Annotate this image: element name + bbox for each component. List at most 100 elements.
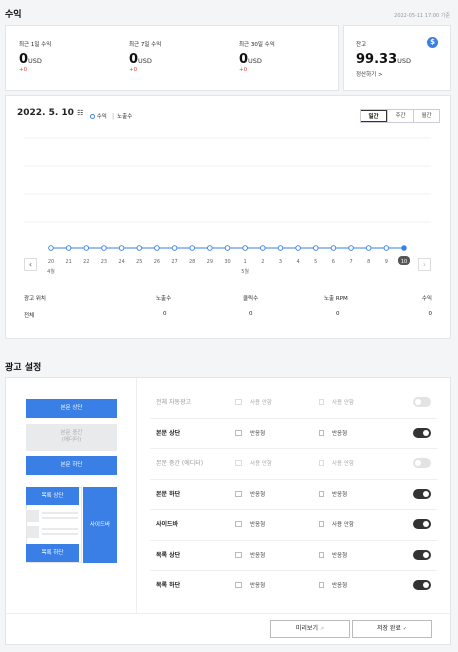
list-thumb [27, 526, 39, 538]
data-point[interactable] [171, 245, 178, 251]
ad-toggle[interactable] [413, 580, 431, 590]
cell-rpm: 0 [336, 311, 340, 317]
mobile-option[interactable]: 반응형 [332, 429, 347, 437]
data-point[interactable] [224, 245, 231, 251]
x-tick-label: 21 [65, 259, 71, 265]
mobile-option[interactable]: 반응형 [332, 490, 347, 498]
data-point[interactable] [136, 245, 142, 251]
ad-toggle[interactable] [413, 427, 431, 438]
mobile-option[interactable]: 사용 안함 [332, 459, 354, 467]
summary-30d: 최근 30일 수익 0USD +0 [239, 40, 275, 73]
data-point[interactable] [118, 245, 125, 251]
data-point[interactable] [383, 245, 390, 251]
summary-7d: 최근 7일 수익 0USD +0 [129, 40, 161, 73]
x-tick-label: 5 [314, 259, 317, 265]
data-point[interactable] [207, 245, 213, 251]
row-divider [150, 448, 437, 449]
mobile-option[interactable]: 사용 안함 [332, 520, 354, 528]
row-label: 본문 중간 (에디터) [156, 460, 204, 467]
preview-body-top: 본문 상단 [26, 399, 117, 418]
ad-toggle[interactable] [413, 397, 431, 407]
revenue-summary-card: 최근 1일 수익 0USD +0 최근 7일 수익 0USD +0 최근 30일… [5, 25, 339, 91]
chart-next-button[interactable]: › [418, 258, 431, 271]
mobile-option[interactable]: 사용 안함 [332, 398, 354, 406]
ad-toggle[interactable] [413, 549, 431, 560]
table-row: 전체 0 0 0 0 [6, 311, 452, 323]
external-link-icon: ↗ [319, 626, 325, 632]
save-button-label: 저장 완료 [376, 625, 401, 632]
preview-button-label: 미리보기 [295, 625, 318, 632]
mobile-option[interactable]: 반응형 [332, 581, 347, 589]
row-label: 목록 상단 [156, 551, 181, 559]
pc-device-icon [235, 460, 242, 466]
cell-revenue: 0 [428, 311, 433, 317]
pc-option[interactable]: 사용 안함 [250, 398, 272, 406]
x-tick-label: 10 [401, 259, 407, 265]
data-point[interactable] [83, 245, 90, 251]
pc-device-icon [235, 399, 242, 405]
row-divider [150, 539, 437, 541]
summary-value: 0 [129, 52, 139, 67]
ad-toggle[interactable] [413, 488, 431, 499]
balance-label: 잔고 [356, 42, 367, 48]
save-button[interactable]: 저장 완료 ✓ [352, 620, 432, 638]
settings-title: 광고 설정 [5, 363, 42, 373]
chart-prev-button[interactable]: ‹ [24, 258, 37, 271]
settle-link[interactable]: 정산하기 > [356, 70, 383, 78]
ad-layout-preview: 본문 상단 본문 중간 (에디터) 본문 하단 목록 상단 목록 하단 사이드바 [6, 378, 137, 613]
dollar-icon: $ [427, 37, 438, 48]
data-point[interactable] [313, 245, 319, 251]
data-point[interactable] [65, 245, 72, 251]
data-point[interactable] [48, 245, 54, 251]
summary-label: 최근 1일 수익 [19, 42, 52, 48]
data-point[interactable] [365, 245, 372, 251]
preview-body-middle: 본문 중간 (에디터) [26, 424, 117, 451]
summary-value: 0 [239, 52, 249, 67]
data-point[interactable] [330, 245, 337, 251]
data-point[interactable] [101, 245, 107, 251]
pc-device-icon [235, 551, 242, 558]
data-point[interactable] [277, 245, 284, 251]
x-tick-label: 2 [261, 259, 264, 265]
mobile-device-icon [319, 551, 324, 558]
pc-device-icon [235, 521, 242, 527]
x-tick-label: 30 [224, 259, 230, 265]
pc-device-icon [235, 582, 242, 588]
col-impressions: 노출수 [156, 296, 172, 302]
ad-toggle[interactable] [413, 458, 431, 468]
data-point[interactable] [401, 245, 407, 251]
mobile-option[interactable]: 반응형 [332, 551, 347, 559]
check-icon: ✓ [402, 626, 408, 632]
ad-toggle[interactable] [413, 519, 431, 529]
row-label: 사이드바 [156, 521, 179, 528]
col-rpm: 노출 RPM [324, 296, 348, 302]
pc-option[interactable]: 반응형 [250, 429, 265, 437]
list-line [42, 528, 78, 530]
data-point[interactable] [295, 245, 301, 251]
pc-option[interactable]: 반응형 [250, 490, 265, 498]
summary-value: 0 [19, 52, 29, 67]
pc-option[interactable]: 반응형 [250, 551, 265, 559]
x-tick-label: 20 [48, 259, 54, 265]
cell-position: 전체 [24, 313, 35, 319]
x-tick-label: 7 [349, 259, 352, 265]
data-point[interactable] [242, 245, 248, 251]
data-point[interactable] [154, 245, 160, 251]
preview-list-bottom: 목록 하단 [26, 544, 79, 562]
preview-button[interactable]: 미리보기 ↗ [270, 620, 350, 638]
preview-body-bottom: 본문 하단 [26, 456, 117, 475]
pc-option[interactable]: 반응형 [250, 520, 265, 528]
summary-1d: 최근 1일 수익 0USD +0 [19, 40, 51, 73]
chart-panel: 2022. 5. 10 ☷ 수익 ▏노출수 일간 주간 월간 20 21 22 23 2… [5, 95, 451, 339]
pc-option[interactable]: 사용 안함 [250, 459, 272, 467]
data-point[interactable] [189, 245, 195, 251]
data-point[interactable] [260, 245, 266, 251]
mobile-device-icon [319, 429, 324, 436]
data-point[interactable] [348, 245, 354, 251]
row-label: 본문 상단 [156, 429, 181, 437]
summary-unit: USD [138, 57, 152, 65]
col-revenue: 수익 [421, 296, 432, 302]
pc-option[interactable]: 반응형 [250, 581, 265, 589]
month-label: 5월 [241, 268, 249, 275]
summary-delta: +0 [129, 67, 138, 73]
